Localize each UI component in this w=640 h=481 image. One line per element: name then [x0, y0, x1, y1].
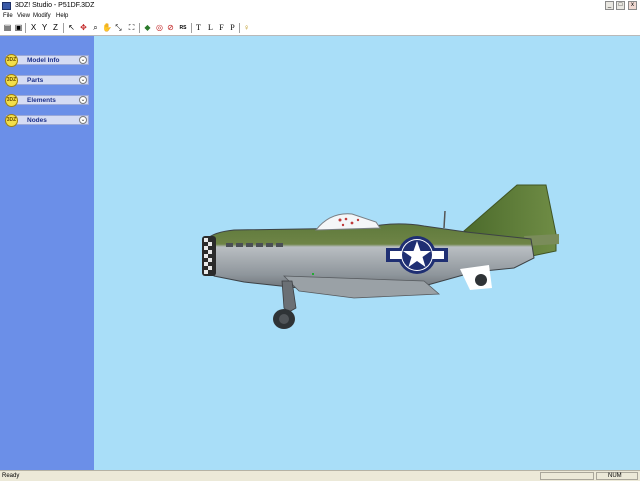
pan-icon[interactable]: ✋ [102, 23, 112, 33]
open-icon[interactable]: ▤ [3, 23, 12, 33]
scale-icon[interactable]: ⤡ [114, 23, 123, 33]
sidebar-item-label: Elements [27, 97, 56, 104]
render-state-icon[interactable]: RS [177, 23, 189, 33]
sidebar-item-nodes[interactable]: 3DZ Nodes ⌄ [5, 114, 89, 127]
toolbar: ▤ ▣ X Y Z ↖ ✥ ⌕ ✋ ⤡ ⛶ ◆ ◎ ⊘ RS T L F P ♀ [0, 21, 640, 36]
front-view-icon[interactable]: F [217, 23, 226, 33]
toolbar-separator [25, 23, 26, 33]
close-button[interactable]: x [628, 1, 637, 10]
toolbar-separator [63, 23, 64, 33]
perspective-view-icon[interactable]: P [228, 23, 237, 33]
chevron-down-icon[interactable]: ⌄ [79, 76, 87, 84]
toolbar-separator [191, 23, 192, 33]
move-icon[interactable]: ✥ [79, 23, 88, 33]
sidebar-item-elements[interactable]: 3DZ Elements ⌄ [5, 94, 89, 107]
save-icon[interactable]: ▣ [14, 23, 23, 33]
minimize-button[interactable]: _ [605, 1, 614, 10]
menu-view[interactable]: View [17, 12, 30, 21]
3d-viewport[interactable] [94, 36, 640, 470]
rotate-x-icon[interactable]: X [29, 23, 38, 33]
sidebar-item-parts[interactable]: 3DZ Parts ⌄ [5, 74, 89, 87]
left-view-icon[interactable]: L [206, 23, 215, 33]
logo-badge-icon: 3DZ [5, 94, 18, 107]
menu-file[interactable]: File [3, 12, 13, 21]
menu-bar: File View Modify Help [0, 12, 640, 21]
window-title: 3DZ! Studio - P51DF.3DZ [15, 2, 95, 9]
top-view-icon[interactable]: T [194, 23, 203, 33]
select-icon[interactable]: ↖ [67, 23, 76, 33]
wireframe-icon[interactable]: ◎ [155, 23, 164, 33]
texture-icon[interactable]: ◆ [143, 23, 152, 33]
sidebar-item-model-info[interactable]: 3DZ Model Info ⌄ [5, 54, 89, 67]
logo-badge-icon: 3DZ [5, 114, 18, 127]
sidebar-item-label: Model Info [27, 57, 60, 64]
light-icon[interactable]: ♀ [242, 23, 251, 33]
toolbar-separator [239, 23, 240, 33]
sidebar-item-label: Nodes [27, 117, 47, 124]
fit-icon[interactable]: ⛶ [127, 23, 136, 33]
sidebar: 3DZ Model Info ⌄ 3DZ Parts ⌄ 3DZ Element… [0, 36, 94, 470]
logo-badge-icon: 3DZ [5, 54, 18, 67]
zoom-icon[interactable]: ⌕ [91, 23, 100, 33]
aircraft-model[interactable] [94, 36, 640, 470]
rotate-y-icon[interactable]: Y [40, 23, 49, 33]
status-bar: Ready NUM [0, 470, 640, 481]
logo-badge-icon: 3DZ [5, 74, 18, 87]
app-icon[interactable] [2, 2, 11, 10]
status-pane [540, 472, 594, 480]
hide-icon[interactable]: ⊘ [166, 23, 175, 33]
menu-help[interactable]: Help [56, 12, 68, 21]
chevron-down-icon[interactable]: ⌄ [79, 96, 87, 104]
maximize-button[interactable]: □ [616, 1, 625, 10]
chevron-down-icon[interactable]: ⌄ [79, 56, 87, 64]
toolbar-separator [139, 23, 140, 33]
menu-modify[interactable]: Modify [33, 12, 51, 21]
rotate-z-icon[interactable]: Z [51, 23, 60, 33]
chevron-down-icon[interactable]: ⌄ [79, 116, 87, 124]
sidebar-item-label: Parts [27, 77, 44, 84]
